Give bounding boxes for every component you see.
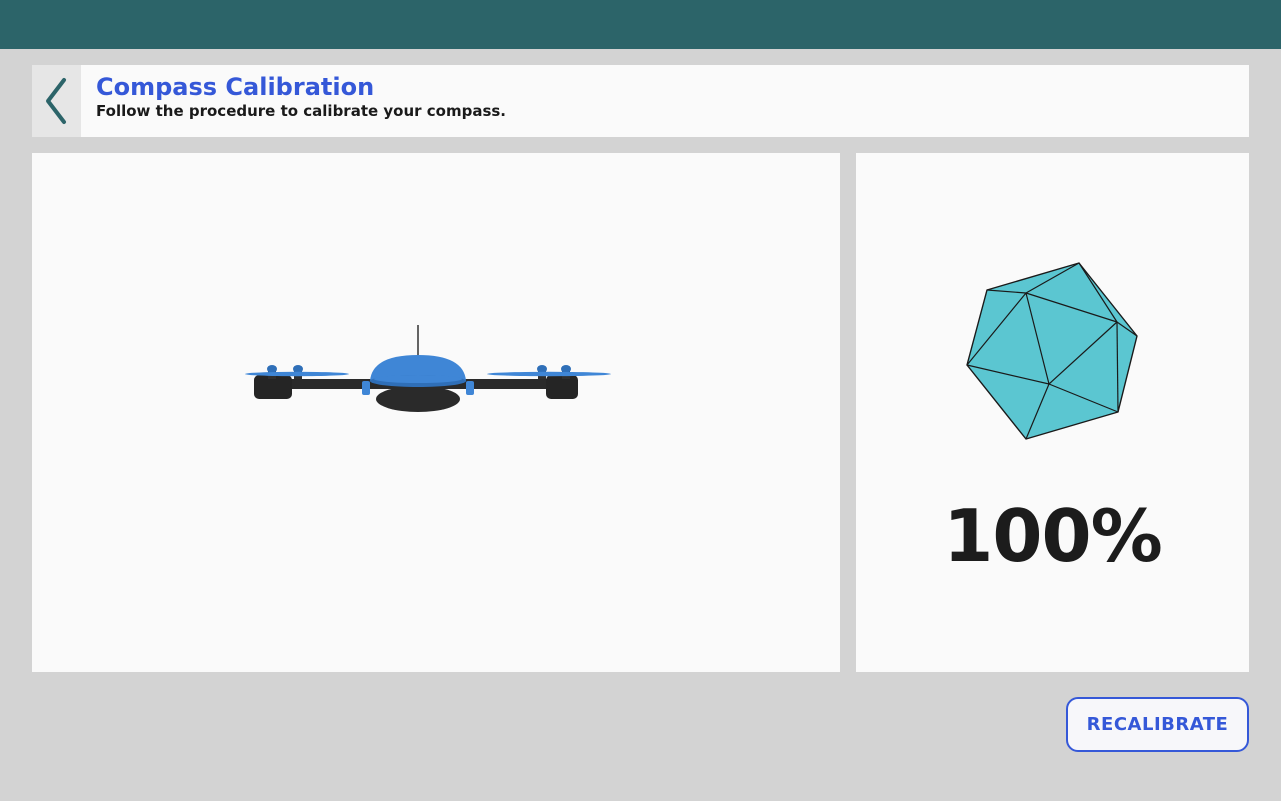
page-subtitle: Follow the procedure to calibrate your c…	[96, 102, 507, 120]
back-button[interactable]	[32, 65, 81, 137]
recalibrate-button[interactable]: RECALIBRATE	[1066, 697, 1249, 752]
top-bar	[0, 0, 1281, 49]
calibration-progress-value: 100%	[943, 494, 1162, 578]
calibration-panel: 100%	[856, 153, 1249, 672]
chevron-left-icon	[45, 78, 66, 124]
page-title: Compass Calibration	[96, 73, 375, 101]
drone-illustration	[245, 325, 611, 412]
icosahedron-icon	[966, 262, 1138, 440]
drone-view-panel	[32, 153, 840, 672]
header-titles: Compass Calibration Follow the procedure…	[81, 65, 506, 137]
page-header: Compass Calibration Follow the procedure…	[32, 65, 1249, 137]
